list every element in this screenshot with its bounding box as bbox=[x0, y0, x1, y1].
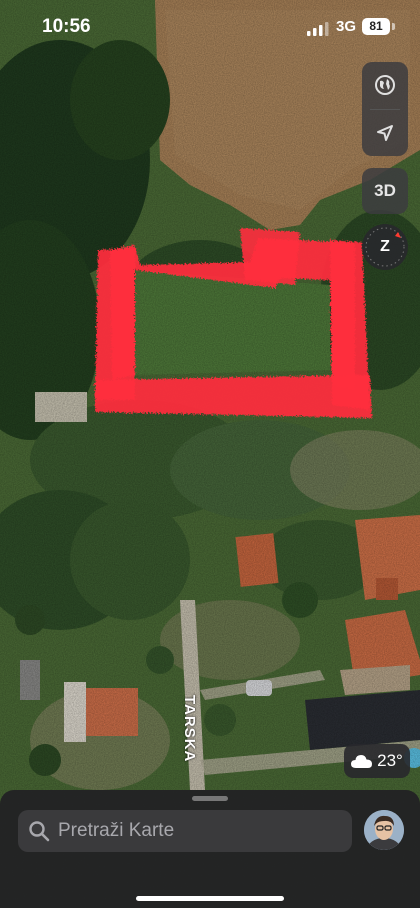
avatar[interactable] bbox=[364, 810, 404, 850]
locate-me-button[interactable] bbox=[362, 110, 408, 156]
status-bar: 10:56 3G 81 bbox=[0, 0, 420, 56]
view-3d-button[interactable]: 3D bbox=[362, 168, 408, 214]
signal-icon bbox=[307, 22, 329, 36]
street-label: TARSKA bbox=[181, 695, 198, 763]
sheet-grabber[interactable] bbox=[192, 796, 228, 801]
compass-button[interactable]: Z bbox=[362, 224, 408, 270]
search-icon bbox=[29, 821, 50, 842]
search-field[interactable]: Pretraži Karte bbox=[18, 810, 352, 852]
compass-letter: Z bbox=[380, 238, 390, 255]
profile-photo bbox=[364, 810, 404, 850]
battery-indicator: 81 bbox=[362, 18, 390, 35]
battery-tip bbox=[392, 23, 395, 30]
home-indicator[interactable] bbox=[136, 896, 284, 901]
map-controls bbox=[362, 62, 408, 156]
cloud-icon bbox=[351, 755, 373, 768]
temperature: 23° bbox=[377, 751, 403, 770]
network-type: 3G bbox=[336, 18, 357, 35]
search-placeholder: Pretraži Karte bbox=[58, 820, 175, 841]
clock: 10:56 bbox=[42, 16, 91, 37]
location-arrow-icon bbox=[377, 125, 393, 141]
weather-badge: 23° bbox=[344, 744, 410, 778]
map-mode-button[interactable] bbox=[362, 62, 408, 108]
globe-icon bbox=[375, 75, 395, 95]
bottom-sheet[interactable]: Pretraži Karte bbox=[0, 790, 420, 908]
